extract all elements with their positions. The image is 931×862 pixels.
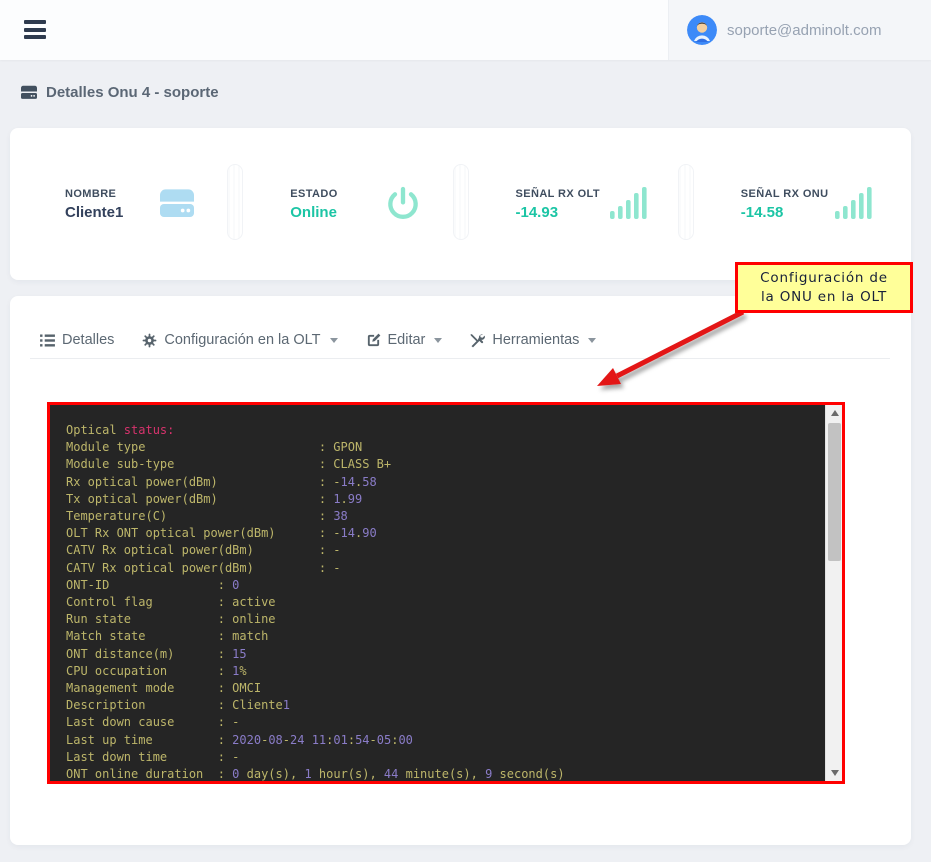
terminal-line: Run state : online [66,611,818,628]
tab-detalles[interactable]: Detalles [40,332,114,348]
tab-configuraci-n-en-la-olt[interactable]: Configuración en la OLT [142,332,337,348]
terminal-line: Last down cause : - [66,714,818,731]
avatar [687,15,717,45]
terminal-line: Description : Cliente1 [66,697,818,714]
screen: soporte@adminolt.com Detalles Onu 4 - so… [0,0,931,862]
stat-cell: NOMBRE Cliente1 [10,128,235,280]
list-icon [40,334,55,347]
stat-cell: SEÑAL RX OLT -14.93 [461,128,686,280]
user-email: soporte@adminolt.com [727,22,881,39]
terminal-line: ONT online duration : 0 day(s), 1 hour(s… [66,766,818,781]
chevron-down-icon [434,338,442,343]
edit-icon [366,333,381,348]
annotation-line2: la ONU en la OLT [761,288,887,306]
details-card: Detalles [10,296,911,845]
scroll-down-icon[interactable] [826,765,843,781]
annotation-line1: Configuración de [760,269,888,287]
terminal-line: Module type : GPON [66,439,818,456]
stat-label: ESTADO [290,188,337,200]
hdd-icon [157,187,197,221]
signal-bars-icon [610,187,648,221]
terminal-line: OLT Rx ONT optical power(dBm) : -14.90 [66,525,818,542]
stat-cell: ESTADO Online [235,128,460,280]
stat-label: NOMBRE [65,188,123,200]
terminal-line: CATV Rx optical power(dBm) : - [66,560,818,577]
terminal-line: CATV Rx optical power(dBm) : - [66,542,818,559]
tab-label: Herramientas [492,332,579,348]
tab-label: Configuración en la OLT [164,332,320,348]
gear-icon [142,333,157,348]
stat-label: SEÑAL RX ONU [741,188,829,200]
terminal-output: Optical status:Module type : GPONModule … [50,405,842,781]
terminal-line: Match state : match [66,628,818,645]
stat-label: SEÑAL RX OLT [516,188,600,200]
terminal-line: Module sub-type : CLASS B+ [66,456,818,473]
terminal-line: CPU occupation : 1% [66,663,818,680]
terminal-line: Last down time : - [66,749,818,766]
tab-editar[interactable]: Editar [366,332,443,348]
stat-value: Cliente1 [65,204,123,221]
terminal-line: Tx optical power(dBm) : 1.99 [66,491,818,508]
terminal-line: Control flag : active [66,594,818,611]
onu-status-card: NOMBRE Cliente1 ESTADO Online [10,128,911,280]
annotation-callout: Configuración de la ONU en la OLT [735,262,913,313]
user-menu[interactable]: soporte@adminolt.com [668,0,931,60]
stat-value: -14.93 [516,204,600,221]
page-title: Detalles Onu 4 - soporte [46,84,219,101]
scroll-up-icon[interactable] [826,405,843,421]
terminal-line: ONT distance(m) : 15 [66,646,818,663]
tab-label: Editar [388,332,426,348]
top-navbar: soporte@adminolt.com [0,0,931,60]
olt-config-terminal: Optical status:Module type : GPONModule … [47,402,845,784]
stat-value: Online [290,204,337,221]
terminal-line: Temperature(C) : 38 [66,508,818,525]
terminal-line: Management mode : OMCI [66,680,818,697]
signal-bars-icon [835,187,873,221]
chevron-down-icon [330,338,338,343]
page-title-row: Detalles Onu 4 - soporte [20,84,219,101]
hdd-icon [20,85,38,101]
menu-toggle-icon[interactable] [24,20,46,40]
power-icon [383,184,423,224]
terminal-line: Rx optical power(dBm) : -14.58 [66,474,818,491]
terminal-line: Optical status: [66,422,818,439]
terminal-line: ONT-ID : 0 [66,577,818,594]
stat-cell: SEÑAL RX ONU -14.58 [686,128,911,280]
terminal-scrollbar[interactable] [825,405,842,781]
stat-value: -14.58 [741,204,829,221]
scrollbar-thumb[interactable] [828,423,841,561]
terminal-line: Last up time : 2020-08-24 11:01:54-05:00 [66,732,818,749]
tools-icon [470,333,485,348]
tab-label: Detalles [62,332,114,348]
